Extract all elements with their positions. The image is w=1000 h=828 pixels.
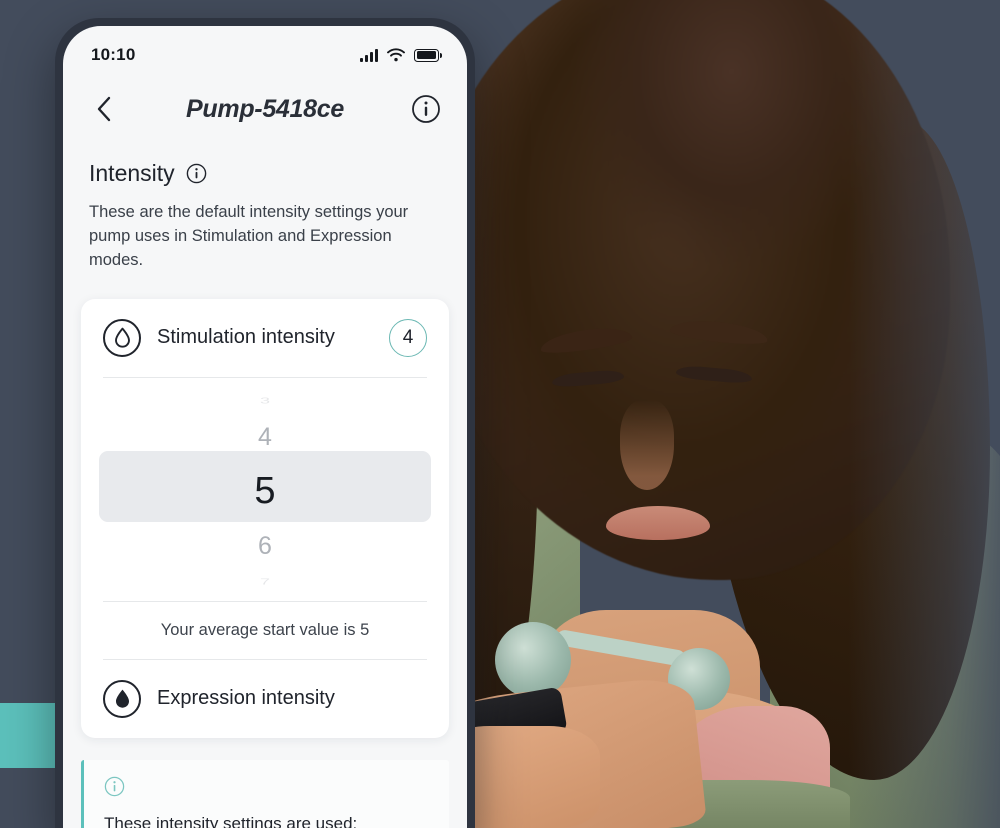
status-bar: 10:10 (63, 26, 467, 78)
stimulation-intensity-label: Stimulation intensity (157, 326, 335, 349)
picker-option-above-near[interactable]: 4 (81, 418, 449, 456)
info-panel-icon-wrap (104, 776, 429, 802)
intensity-section: Intensity These are the default intensit… (63, 140, 467, 273)
phone-screen: 10:10 Pump-5418ce Intensity These are th… (63, 26, 467, 828)
signal-bars-icon (360, 48, 378, 62)
droplet-filled-icon (103, 679, 141, 718)
section-description: These are the default intensity settings… (89, 203, 409, 269)
status-time: 10:10 (91, 45, 136, 64)
phone-mockup: 10:10 Pump-5418ce Intensity These are th… (55, 18, 475, 828)
chevron-left-icon (97, 96, 110, 122)
battery-full-icon (414, 48, 443, 62)
droplet-outline-icon (103, 318, 141, 357)
expression-intensity-label: Expression intensity (157, 687, 335, 710)
info-panel-title: These intensity settings are used: (104, 813, 358, 828)
section-title: Intensity (89, 160, 175, 186)
page-title: Pump-5418ce (186, 94, 344, 123)
stimulation-intensity-value[interactable]: 4 (389, 318, 427, 357)
picker-option-below-near[interactable]: 6 (81, 527, 449, 565)
header-info-button[interactable] (411, 94, 441, 124)
info-circle-icon (186, 163, 206, 184)
picker-option-above-far[interactable]: 3 (81, 393, 449, 408)
average-start-value-note: Your average start value is 5 (160, 620, 370, 639)
section-info-button[interactable] (186, 163, 207, 184)
expression-intensity-row[interactable]: Expression intensity (81, 660, 449, 738)
wifi-icon (387, 48, 405, 62)
intensity-picker-wheel[interactable]: 3 4 5 6 7 (81, 378, 449, 601)
section-header: Intensity (89, 160, 441, 187)
picker-option-selected[interactable]: 5 (81, 456, 449, 527)
intensity-settings-card: Stimulation intensity 4 3 4 5 6 7 Your a… (81, 298, 449, 738)
picker-option-below-far[interactable]: 7 (81, 574, 449, 589)
status-icons (360, 48, 443, 62)
info-circle-icon (104, 776, 125, 796)
back-button[interactable] (89, 94, 119, 124)
info-circle-icon (412, 95, 440, 123)
navigation-bar: Pump-5418ce (63, 78, 467, 140)
stimulation-intensity-row[interactable]: Stimulation intensity 4 (81, 299, 449, 377)
usage-info-panel: These intensity settings are used: At th… (81, 759, 449, 828)
